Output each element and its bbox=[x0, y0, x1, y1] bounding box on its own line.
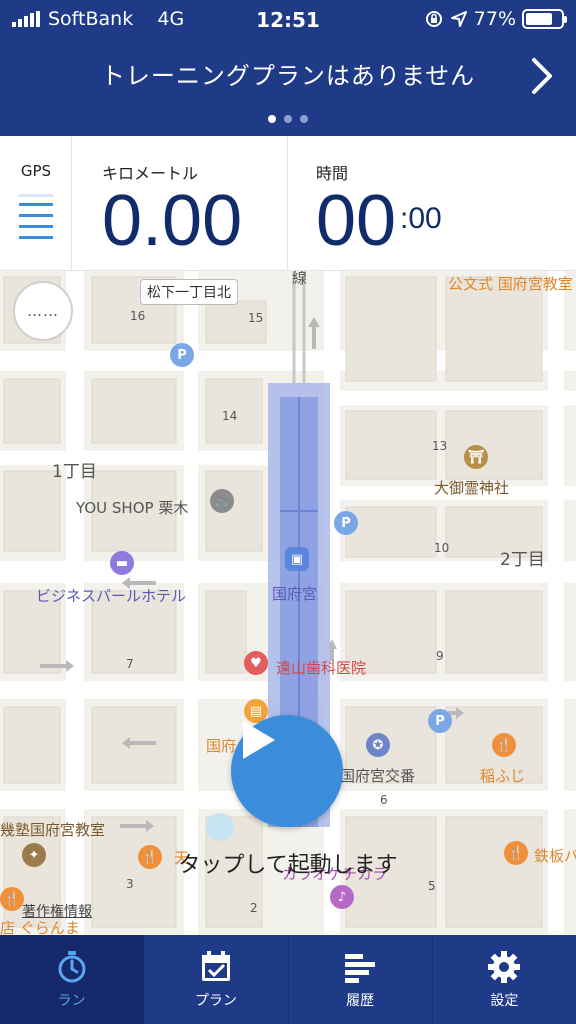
restaurant-icon: 🍴 bbox=[492, 733, 516, 757]
map-label-block: 13 bbox=[432, 439, 448, 453]
map-label-school: 公文式 国府宮教室 bbox=[448, 275, 573, 293]
bicycle-icon: 🚲 bbox=[210, 489, 234, 513]
tab-run[interactable]: ラン bbox=[0, 935, 145, 1024]
map-label-block: 5 bbox=[428, 879, 436, 893]
map-label-district: 2丁目 bbox=[500, 550, 545, 570]
restaurant-icon: 🍴 bbox=[0, 887, 24, 911]
map-label-station: 国府宮 bbox=[272, 585, 318, 603]
more-options-button[interactable]: …… bbox=[13, 281, 73, 341]
stats-panel: GPS キロメートル 0.00 時間 00 :00 bbox=[0, 136, 576, 271]
tab-label: 設定 bbox=[490, 992, 519, 1009]
history-icon bbox=[345, 953, 376, 983]
tab-bar: ラン プラン 履歴 設定 bbox=[0, 935, 576, 1024]
map-label-block: 3 bbox=[126, 877, 134, 891]
map-label-block: 2 bbox=[250, 901, 258, 915]
parking-icon: P bbox=[334, 511, 358, 535]
tab-history[interactable]: 履歴 bbox=[289, 935, 433, 1024]
status-bar: SoftBank 4G 12:51 77% bbox=[0, 0, 576, 40]
battery-percent: 77% bbox=[473, 8, 516, 30]
time-minutes: 00 bbox=[316, 181, 397, 261]
start-run-button[interactable] bbox=[231, 715, 343, 827]
map-label-juku: 幾塾国府宮教室 bbox=[0, 821, 106, 839]
tab-label: 履歴 bbox=[346, 992, 375, 1009]
page-dot bbox=[268, 115, 276, 123]
map-label-dental: 遠山歯科医院 bbox=[276, 659, 367, 677]
parking-icon: P bbox=[170, 343, 194, 367]
map-label-district: 1丁目 bbox=[52, 462, 97, 482]
police-icon: ✪ bbox=[366, 733, 390, 757]
map-label-block: 14 bbox=[222, 409, 238, 423]
dental-icon: ♥ bbox=[244, 651, 268, 675]
map-label-block: 9 bbox=[436, 649, 444, 663]
tap-to-start-text: タップして起動します bbox=[178, 853, 398, 878]
parking-icon: P bbox=[428, 709, 452, 733]
hotel-icon: ▬ bbox=[110, 551, 134, 575]
page-dot bbox=[300, 115, 308, 123]
map-sign: 松下一丁目北 bbox=[140, 279, 238, 305]
page-dot bbox=[284, 115, 292, 123]
train-station-icon: ▣ bbox=[285, 547, 309, 571]
map-label-block: 7 bbox=[126, 657, 134, 671]
gear-icon bbox=[488, 950, 521, 983]
stopwatch-icon bbox=[58, 950, 86, 982]
rotation-lock-icon bbox=[425, 11, 442, 27]
chevron-right-icon[interactable] bbox=[530, 56, 554, 96]
time-seconds: :00 bbox=[400, 202, 442, 235]
shrine-icon: ⛩ bbox=[464, 445, 488, 469]
distance-stat: キロメートル 0.00 bbox=[72, 136, 288, 271]
map-label-block: 10 bbox=[434, 541, 450, 555]
battery-icon bbox=[522, 9, 567, 29]
gps-signal-icon bbox=[19, 194, 53, 239]
map-label-shrine: 大御霊神社 bbox=[434, 479, 510, 497]
karaoke-icon: ♪ bbox=[330, 885, 354, 909]
calendar-icon bbox=[201, 950, 230, 981]
copyright-link[interactable]: 著作権情報 bbox=[22, 901, 92, 921]
time-stat: 時間 00 :00 bbox=[288, 136, 576, 271]
location-arrow-icon bbox=[450, 11, 467, 27]
map-view[interactable]: 松下一丁目北 線 公文式 国府宮教室 16 15 14 13 10 9 7 6 … bbox=[0, 271, 576, 935]
map-label-police: 国府宮交番 bbox=[340, 767, 416, 785]
play-icon bbox=[243, 721, 275, 759]
tab-label: ラン bbox=[57, 992, 86, 1009]
distance-value: 0.00 bbox=[102, 181, 243, 261]
tab-label: プラン bbox=[194, 992, 237, 1009]
map-label-block: 6 bbox=[380, 793, 388, 807]
map-label-hotel: ビジネスパールホテル bbox=[36, 587, 187, 605]
map-label-shop: YOU SHOP 栗木 bbox=[76, 499, 189, 517]
tab-settings[interactable]: 設定 bbox=[433, 935, 576, 1024]
map-label-block: 15 bbox=[248, 311, 264, 325]
gps-indicator: GPS bbox=[0, 136, 72, 271]
gps-label: GPS bbox=[20, 162, 52, 180]
map-label-line: 線 bbox=[292, 271, 308, 287]
top-banner: SoftBank 4G 12:51 77% トレーニングプランはありません bbox=[0, 0, 576, 136]
map-label-restaurant: 稲ふじ bbox=[480, 767, 526, 785]
training-plan-banner[interactable]: トレーニングプランはありません bbox=[0, 56, 576, 91]
page-indicator bbox=[0, 108, 576, 127]
tab-plan[interactable]: プラン bbox=[144, 935, 289, 1024]
map-label-block: 16 bbox=[130, 309, 146, 323]
status-right: 77% bbox=[424, 8, 567, 30]
